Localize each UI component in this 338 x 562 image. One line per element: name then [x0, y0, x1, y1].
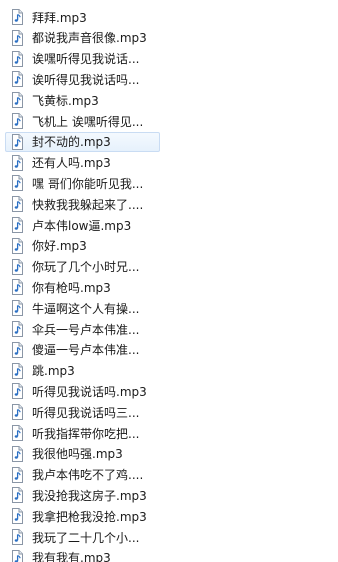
file-item-label: 听得见我说话吗.mp3	[32, 384, 147, 399]
file-item-label: 封不动的.mp3	[32, 135, 111, 150]
file-item[interactable]: 听我指挥带你吃把...	[5, 423, 160, 443]
file-item[interactable]: 卢本伟low逼.mp3	[5, 215, 160, 235]
audio-file-icon	[9, 550, 25, 562]
file-item[interactable]: 飞机上 诶嘿听得见...	[5, 111, 160, 131]
file-item[interactable]: 你玩了几个小时兄...	[5, 257, 160, 277]
file-item[interactable]: 听得见我说话吗三...	[5, 402, 160, 422]
audio-file-icon	[9, 259, 25, 275]
file-item-label: 牛逼啊这个人有操...	[32, 301, 140, 316]
audio-file-icon	[9, 279, 25, 295]
file-item[interactable]: 都说我声音很像.mp3	[5, 28, 160, 48]
audio-file-icon	[9, 155, 25, 171]
file-item-label: 你好.mp3	[32, 239, 87, 254]
file-item-label: 飞机上 诶嘿听得见...	[32, 114, 144, 129]
file-item-label: 跳.mp3	[32, 364, 75, 379]
file-item-label: 听我指挥带你吃把...	[32, 426, 140, 441]
file-item-label: 我卢本伟吃不了鸡....	[32, 468, 144, 483]
file-item[interactable]: 飞黄标.mp3	[5, 90, 160, 110]
file-item-label: 我没抢我这房子.mp3	[32, 488, 147, 503]
file-item-label: 诶听得见我说话吗...	[32, 72, 140, 87]
audio-file-icon	[9, 342, 25, 358]
file-item-label: 你有枪吗.mp3	[32, 280, 111, 295]
audio-file-icon	[9, 300, 25, 316]
file-item-label: 嘿 哥们你能听见我...	[32, 176, 144, 191]
audio-file-icon	[9, 92, 25, 108]
file-item-label: 拜拜.mp3	[32, 10, 87, 25]
file-list: 拜拜.mp3 都说我声音很像.mp3 诶嘿听得见我说话... 诶听得见我说话吗... 飞…	[0, 0, 338, 562]
file-item[interactable]: 跳.mp3	[5, 361, 160, 381]
audio-file-icon	[9, 508, 25, 524]
file-item[interactable]: 你好.mp3	[5, 236, 160, 256]
file-item-label: 我很他吗强.mp3	[32, 447, 123, 462]
file-item[interactable]: 我卢本伟吃不了鸡....	[5, 465, 160, 485]
audio-file-icon	[9, 383, 25, 399]
file-item[interactable]: 还有人吗.mp3	[5, 153, 160, 173]
file-item[interactable]: 诶听得见我说话吗...	[5, 69, 160, 89]
file-item[interactable]: 我玩了二十几个小...	[5, 527, 160, 547]
file-item-label: 卢本伟low逼.mp3	[32, 218, 132, 233]
audio-file-icon	[9, 175, 25, 191]
file-item-label: 我有我有.mp3	[32, 551, 111, 562]
file-item-label: 还有人吗.mp3	[32, 156, 111, 171]
file-item-label: 飞黄标.mp3	[32, 93, 99, 108]
file-item-label: 我玩了二十几个小...	[32, 530, 140, 545]
file-item-label: 傻逼一号卢本伟准...	[32, 343, 140, 358]
audio-file-icon	[9, 238, 25, 254]
audio-file-icon	[9, 217, 25, 233]
file-item[interactable]: 听得见我说话吗.mp3	[5, 381, 160, 401]
file-item[interactable]: 傻逼一号卢本伟准...	[5, 340, 160, 360]
file-item[interactable]: 我有我有.mp3	[5, 548, 160, 562]
audio-file-icon	[9, 529, 25, 545]
audio-file-icon	[9, 425, 25, 441]
file-item-label: 听得见我说话吗三...	[32, 405, 140, 420]
audio-file-icon	[9, 71, 25, 87]
file-item-label: 诶嘿听得见我说话...	[32, 52, 140, 67]
file-item-label: 伞兵一号卢本伟准...	[32, 322, 140, 337]
file-item[interactable]: 封不动的.mp3	[5, 131, 160, 152]
file-item[interactable]: 快救我我躲起来了....	[5, 194, 160, 214]
file-item-label: 快救我我躲起来了....	[32, 197, 144, 212]
file-item[interactable]: 我很他吗强.mp3	[5, 444, 160, 464]
audio-file-icon	[9, 9, 25, 25]
file-item[interactable]: 嘿 哥们你能听见我...	[5, 173, 160, 193]
audio-file-icon	[9, 321, 25, 337]
file-item-label: 我拿把枪我没抢.mp3	[32, 509, 147, 524]
file-item-label: 你玩了几个小时兄...	[32, 260, 140, 275]
audio-file-icon	[9, 446, 25, 462]
audio-file-icon	[9, 363, 25, 379]
audio-file-icon	[9, 196, 25, 212]
file-item[interactable]: 我拿把枪我没抢.mp3	[5, 506, 160, 526]
file-item-label: 都说我声音很像.mp3	[32, 31, 147, 46]
audio-file-icon	[9, 30, 25, 46]
file-item[interactable]: 拜拜.mp3	[5, 7, 160, 27]
file-item[interactable]: 你有枪吗.mp3	[5, 277, 160, 297]
audio-file-icon	[9, 467, 25, 483]
audio-file-icon	[9, 51, 25, 67]
file-item[interactable]: 伞兵一号卢本伟准...	[5, 319, 160, 339]
audio-file-icon	[9, 404, 25, 420]
audio-file-icon	[9, 134, 25, 150]
file-item[interactable]: 诶嘿听得见我说话...	[5, 49, 160, 69]
audio-file-icon	[9, 113, 25, 129]
file-item[interactable]: 我没抢我这房子.mp3	[5, 485, 160, 505]
file-item[interactable]: 牛逼啊这个人有操...	[5, 298, 160, 318]
audio-file-icon	[9, 487, 25, 503]
